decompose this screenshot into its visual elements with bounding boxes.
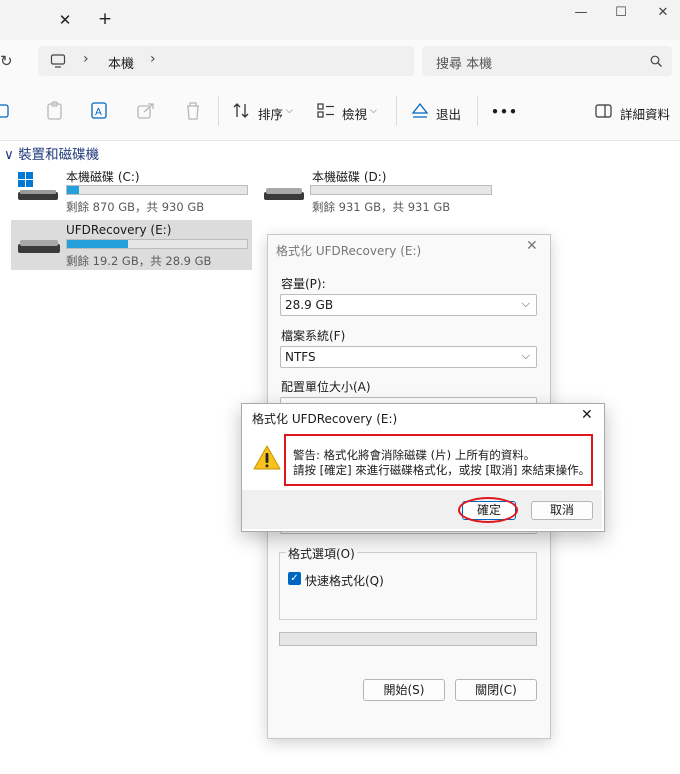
breadcrumb-separator: › <box>83 51 89 67</box>
details-pane-icon[interactable] <box>594 100 616 122</box>
close-window-icon[interactable]: ✕ <box>648 4 678 22</box>
drive-free-space: 剩餘 931 GB，共 931 GB <box>312 200 451 214</box>
delete-icon[interactable] <box>183 100 205 122</box>
cancel-button[interactable]: 取消 <box>531 501 593 520</box>
warning-dialog-title: 格式化 UFDRecovery (E:) <box>252 412 398 426</box>
toolbar-divider <box>218 96 219 126</box>
toolbar-divider <box>477 96 478 126</box>
paste-icon[interactable] <box>45 100 67 122</box>
close-button[interactable]: 關閉(C) <box>455 679 537 701</box>
copy-icon[interactable] <box>0 100 22 122</box>
format-dialog-title: 格式化 UFDRecovery (E:) <box>276 244 422 258</box>
drive-name: 本機磁碟 (D:) <box>312 170 387 184</box>
sort-icon[interactable] <box>232 100 254 122</box>
warning-message-line2: 請按 [確定] 來進行磁碟格式化，或按 [取消] 來結束操作。 <box>293 463 591 477</box>
section-header[interactable]: ∨ 裝置和磁碟機 <box>4 143 99 163</box>
minimize-icon[interactable]: — <box>566 4 596 22</box>
warning-icon <box>253 445 281 470</box>
close-tab-icon[interactable]: ✕ <box>56 11 74 29</box>
drive-free-space: 剩餘 19.2 GB，共 28.9 GB <box>66 254 212 268</box>
drive-usage-bar <box>310 185 492 195</box>
search-icon[interactable] <box>650 55 662 67</box>
filesystem-select[interactable]: NTFS ⌵ <box>280 346 537 368</box>
breadcrumb-location[interactable]: 本機 <box>108 53 134 72</box>
eject-icon[interactable] <box>410 100 432 122</box>
format-options-label: 格式選項(O) <box>286 545 357 562</box>
chevron-down-icon: ⌵ <box>521 349 530 362</box>
view-button[interactable]: 檢視 <box>342 104 367 123</box>
capacity-select[interactable]: 28.9 GB ⌵ <box>280 294 537 316</box>
search-placeholder: 搜尋 本機 <box>436 57 493 72</box>
drive-name: 本機磁碟 (C:) <box>66 170 140 184</box>
drive-e-icon <box>18 240 60 253</box>
filesystem-label: 檔案系統(F) <box>281 329 346 343</box>
refresh-icon[interactable]: ↻ <box>0 52 13 70</box>
toolbar-divider <box>396 96 397 126</box>
svg-text:A: A <box>95 107 102 118</box>
drive-usage-fill <box>67 186 79 194</box>
collapse-chevron-icon[interactable]: ∨ <box>4 147 14 163</box>
view-chevron-icon[interactable]: ⌵ <box>370 106 377 116</box>
computer-icon <box>50 54 66 68</box>
drive-name: UFDRecovery (E:) <box>66 223 172 237</box>
drive-usage-bar <box>66 239 248 249</box>
maximize-icon[interactable]: ☐ <box>606 4 636 22</box>
drive-free-space: 剩餘 870 GB，共 930 GB <box>66 200 205 214</box>
start-button[interactable]: 開始(S) <box>363 679 445 701</box>
sort-button[interactable]: 排序 <box>258 104 283 123</box>
new-tab-icon[interactable]: + <box>96 10 114 28</box>
drive-d[interactable]: 本機磁碟 (D:) 剩餘 931 GB，共 931 GB <box>262 168 497 214</box>
view-icon[interactable] <box>316 100 338 122</box>
quick-format-checkbox[interactable]: ✓ <box>288 572 301 585</box>
drive-c[interactable]: 本機磁碟 (C:) 剩餘 870 GB，共 930 GB <box>16 168 251 214</box>
warning-dialog-close-icon[interactable]: ✕ <box>581 407 593 423</box>
drive-usage-fill <box>67 240 129 248</box>
format-progress-bar <box>279 632 537 646</box>
rename-icon[interactable]: A <box>90 100 112 122</box>
sort-chevron-icon[interactable]: ⌵ <box>286 106 293 116</box>
capacity-label: 容量(P): <box>281 277 326 291</box>
section-title: 裝置和磁碟機 <box>18 147 100 163</box>
search-box[interactable]: 搜尋 本機 <box>422 46 672 76</box>
capacity-value: 28.9 GB <box>285 298 334 312</box>
drive-usage-bar <box>66 185 248 195</box>
more-options-icon[interactable]: ••• <box>491 104 518 119</box>
ok-button-highlight-circle <box>458 497 518 523</box>
allocation-unit-label: 配置單位大小(A) <box>281 380 371 394</box>
warning-message-line1: 警告: 格式化將會消除磁碟 (片) 上所有的資料。 <box>293 448 536 462</box>
eject-button[interactable]: 退出 <box>436 104 461 123</box>
chevron-down-icon: ⌵ <box>521 297 530 310</box>
breadcrumb-chevron[interactable]: › <box>150 51 156 67</box>
filesystem-value: NTFS <box>285 350 316 364</box>
drive-d-icon <box>264 188 304 200</box>
share-icon[interactable] <box>136 100 158 122</box>
drive-e[interactable]: UFDRecovery (E:) 剩餘 19.2 GB，共 28.9 GB <box>16 222 251 268</box>
quick-format-label[interactable]: 快速格式化(Q) <box>305 572 384 589</box>
format-dialog-close-icon[interactable]: ✕ <box>526 238 538 254</box>
address-bar[interactable]: › 本機 › <box>38 46 414 76</box>
drive-c-icon <box>18 172 58 200</box>
details-button[interactable]: 詳細資料 <box>620 104 670 123</box>
